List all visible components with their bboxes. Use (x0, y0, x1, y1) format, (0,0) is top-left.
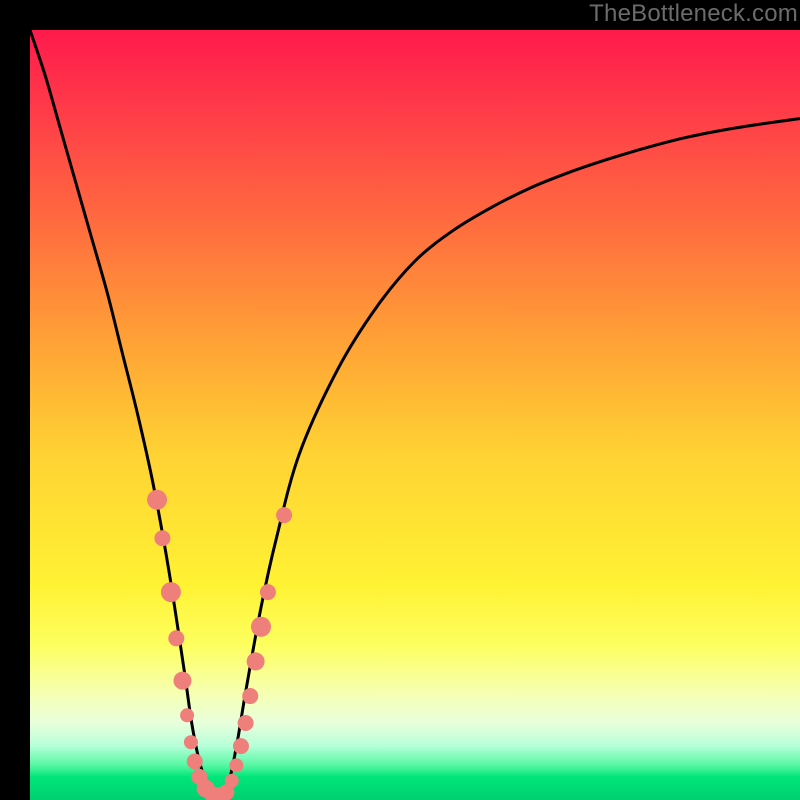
data-marker (233, 738, 249, 754)
plot-area (30, 30, 800, 800)
data-marker (154, 530, 170, 546)
data-marker (276, 507, 292, 523)
data-marker (168, 630, 184, 646)
data-marker (187, 754, 203, 770)
data-marker (173, 672, 191, 690)
data-markers (147, 490, 292, 800)
watermark-text: TheBottleneck.com (589, 0, 798, 28)
chart-container: TheBottleneck.com (0, 0, 800, 800)
data-marker (251, 617, 271, 637)
data-marker (147, 490, 167, 510)
curve-path (30, 30, 800, 800)
data-marker (225, 774, 239, 788)
data-marker (229, 758, 243, 772)
data-marker (247, 652, 265, 670)
data-marker (260, 584, 276, 600)
chart-svg (30, 30, 800, 800)
data-marker (238, 715, 254, 731)
data-marker (184, 735, 198, 749)
bottleneck-curve (30, 30, 800, 800)
data-marker (180, 708, 194, 722)
data-marker (161, 582, 181, 602)
data-marker (242, 688, 258, 704)
